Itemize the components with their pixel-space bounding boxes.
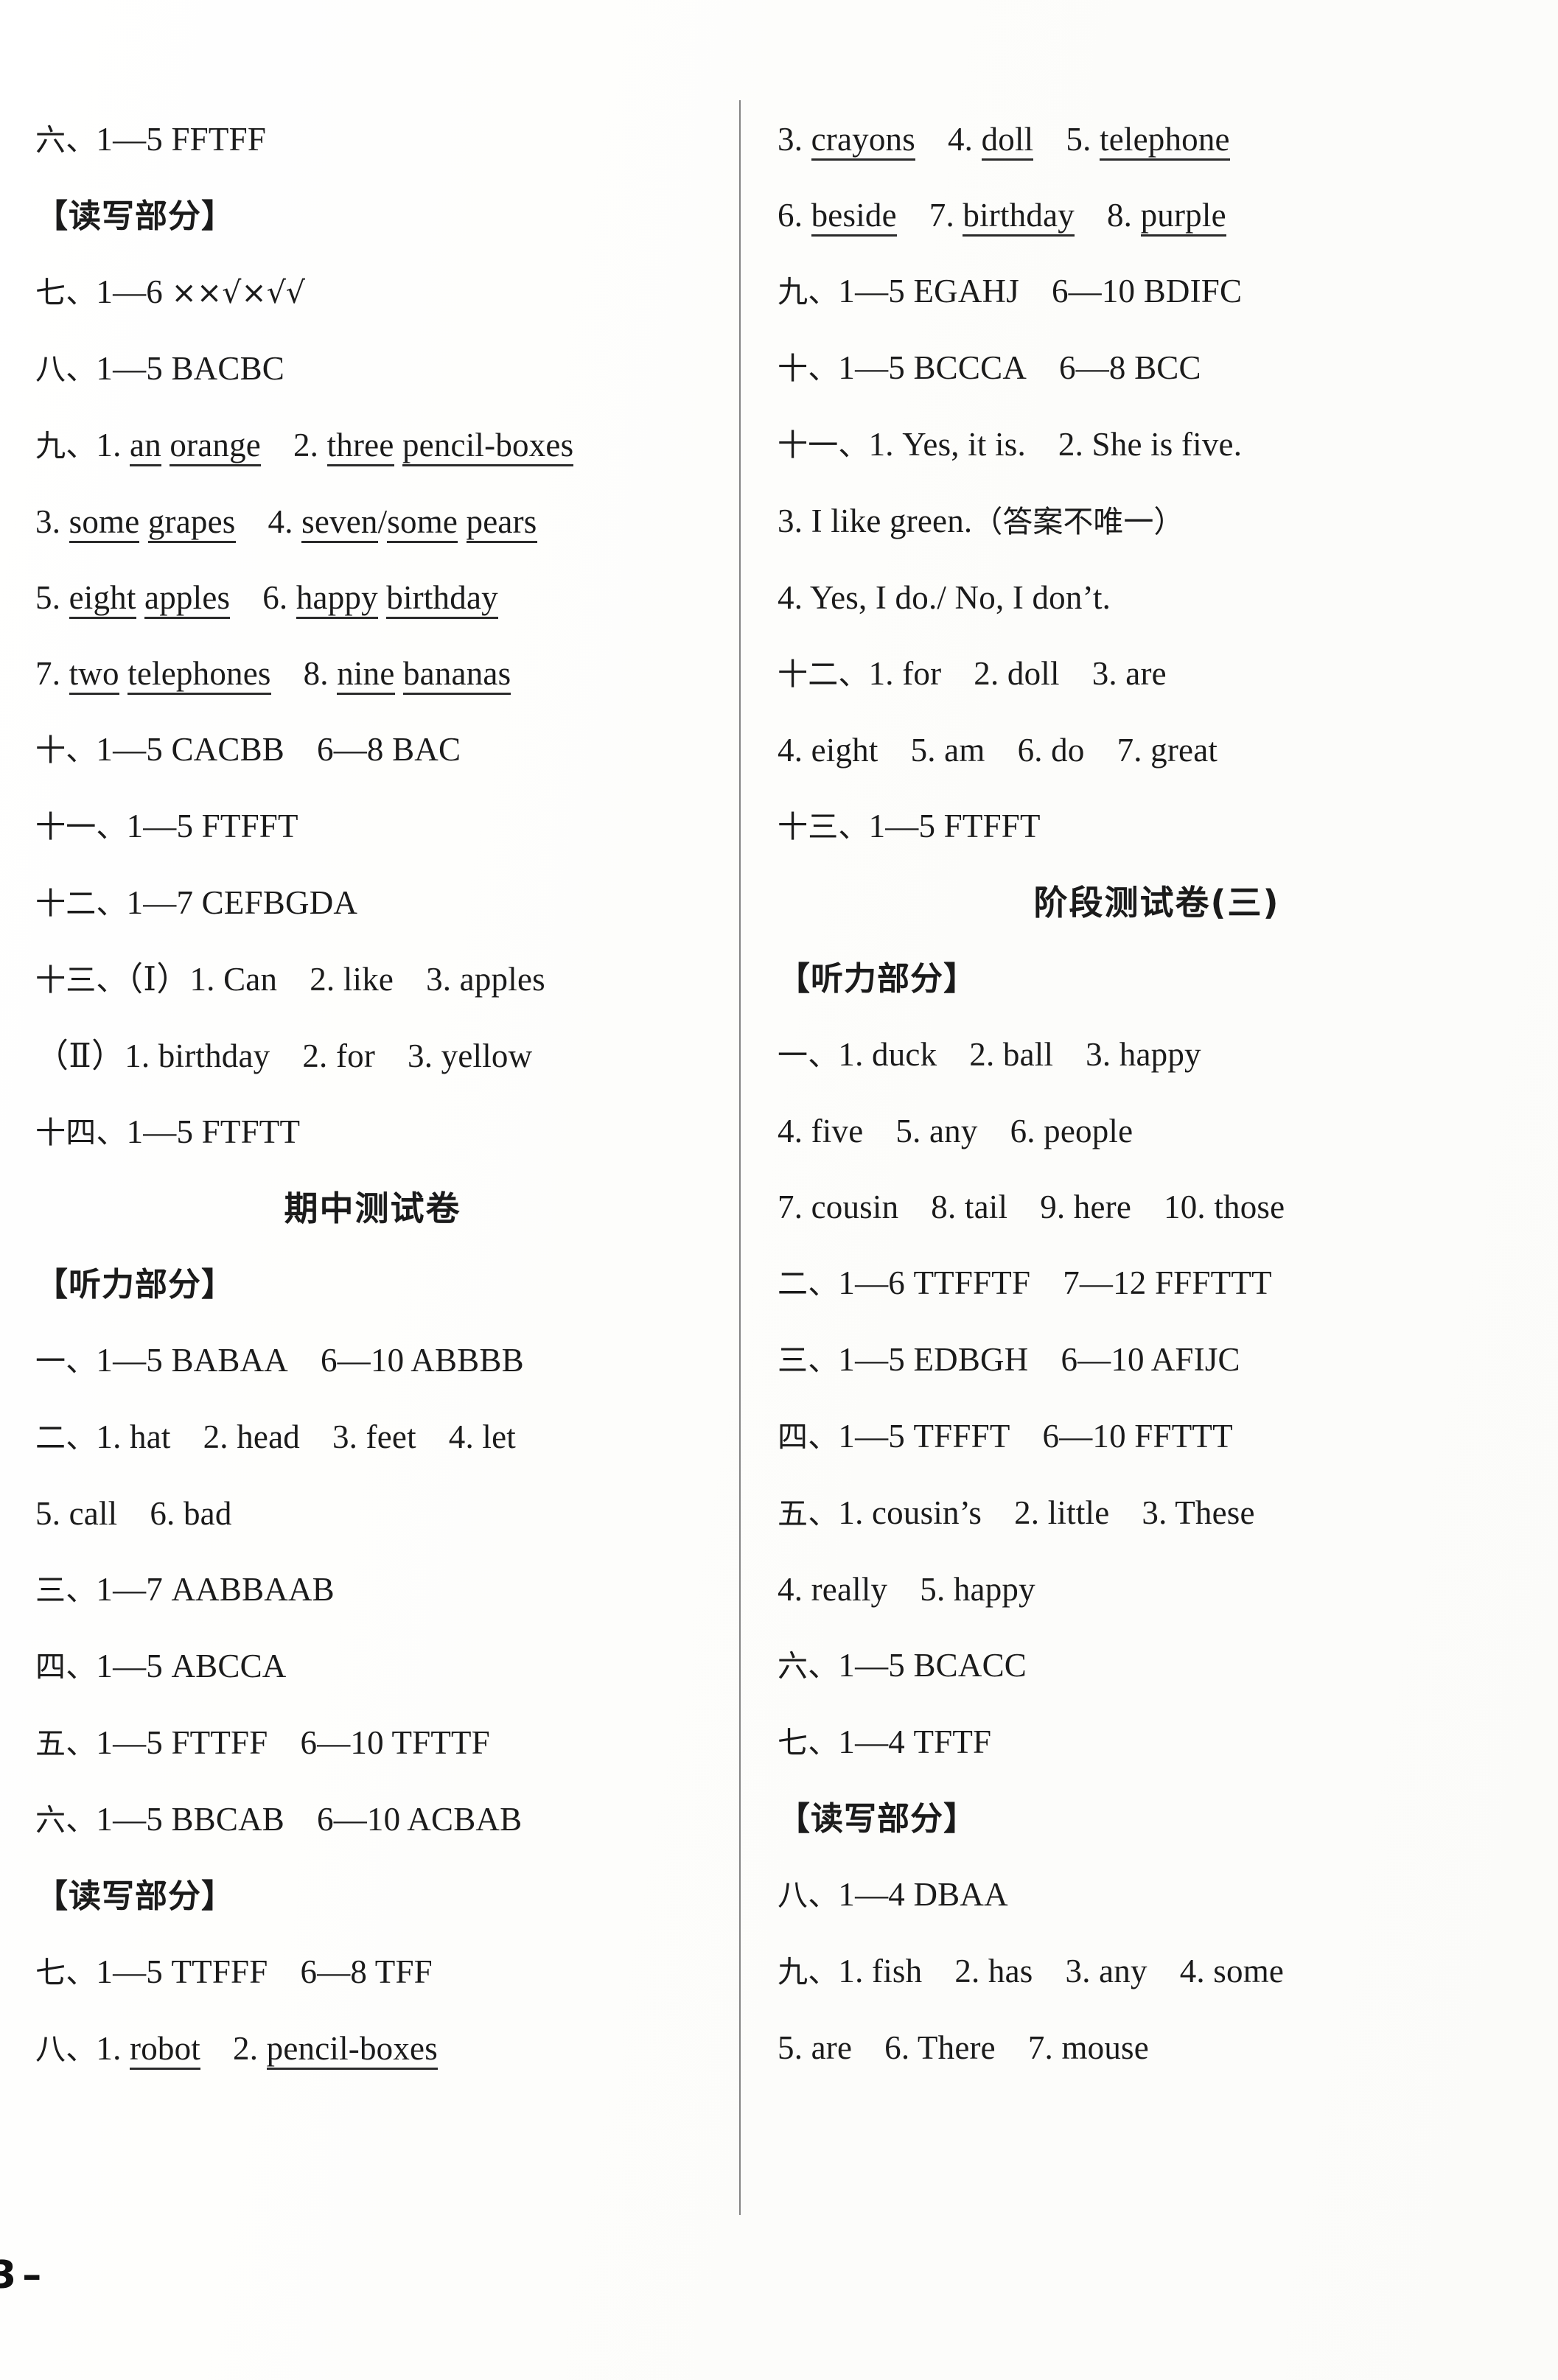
paper-title-midterm: 期中测试卷: [284, 1189, 461, 1228]
answer-line: 六、1—5 FFTFF: [35, 121, 267, 158]
left-column: 六、1—5 FFTFF 【读写部分】 七、1—6 ××√×√√ 八、1—5 BA…: [0, 0, 739, 2284]
answer-line: 4. eight 5. am 6. do 7. great: [778, 732, 1218, 769]
answer-line: 十、1—5 CACBB 6—8 BAC: [35, 731, 461, 768]
answer-line: 十四、1—5 FTFTT: [35, 1113, 301, 1150]
listening-section-label: 【听力部分】: [35, 1266, 234, 1303]
page-number: 3–: [0, 2253, 47, 2297]
two-column-layout: 六、1—5 FFTFF 【读写部分】 七、1—6 ××√×√√ 八、1—5 BA…: [0, 0, 1558, 2284]
answer-line: 十三、（Ⅰ）1. Can 2. like 3. apples: [35, 961, 545, 998]
answer-line: 七、1—6 ××√×√√: [35, 273, 305, 310]
answer-line: 十三、1—5 FTFFT: [778, 808, 1041, 844]
paper-title-stage-three: 阶段测试卷(三): [1033, 883, 1280, 923]
reading-writing-section-label: 【读写部分】: [778, 1800, 977, 1838]
answer-line: 6. beside 7. birthday 8. purple: [778, 178, 1536, 253]
answer-line: 二、1. hat 2. head 3. feet 4. let: [35, 1418, 516, 1455]
page-number-value: 3: [0, 2253, 23, 2297]
answer-line: 5. call 6. bad: [35, 1495, 232, 1532]
answer-line: 九、1—5 EGAHJ 6—10 BDIFC: [778, 273, 1243, 309]
answer-line: 五、1. cousin’s 2. little 3. These: [778, 1494, 1255, 1531]
answer-line: 7. two telephones 8. nine bananas: [35, 636, 710, 712]
listening-section-label: 【听力部分】: [778, 960, 977, 998]
answer-line: 5. eight apples 6. happy birthday: [35, 560, 710, 636]
answer-line: 一、1. duck 2. ball 3. happy: [778, 1036, 1201, 1073]
answer-line: 六、1—5 BCACC: [778, 1647, 1027, 1684]
right-column: 3. crayons 4. doll 5. telephone 6. beside 7…: [739, 0, 1558, 2284]
answer-line: 3. I like green.（答案不唯一）: [778, 503, 1184, 539]
answer-key-page: 六、1—5 FFTFF 【读写部分】 七、1—6 ××√×√√ 八、1—5 BA…: [0, 0, 1558, 2380]
answer-line: 5. are 6. There 7. mouse: [778, 2029, 1149, 2066]
answer-line: 十二、1—7 CEFBGDA: [35, 884, 358, 921]
answer-line: 九、1. fish 2. has 3. any 4. some: [778, 1953, 1285, 1989]
answer-line: 3. some grapes 4. seven/some pears: [35, 484, 710, 560]
answer-line: 3. crayons 4. doll 5. telephone: [778, 102, 1536, 178]
answer-line: 一、1—5 BABAA 6—10 ABBBB: [35, 1342, 524, 1379]
answer-line: 4. Yes, I do./ No, I don’t.: [778, 579, 1111, 616]
answer-line: 七、1—4 TFTF: [778, 1723, 992, 1760]
reading-writing-section-label: 【读写部分】: [35, 1877, 234, 1915]
answer-line: 六、1—5 BBCAB 6—10 ACBAB: [35, 1801, 523, 1838]
answer-line: 四、1—5 ABCCA: [35, 1648, 287, 1684]
answer-line: 八、1. robot 2. pencil-boxes: [35, 2011, 710, 2087]
answer-line: 十二、1. for 2. doll 3. are: [778, 655, 1167, 692]
answer-line: 十一、1. Yes, it is. 2. She is five.: [778, 426, 1243, 463]
reading-writing-section-label: 【读写部分】: [35, 197, 234, 235]
answer-line: 十、1—5 BCCCA 6—8 BCC: [778, 349, 1201, 386]
answer-line: 4. five 5. any 6. people: [778, 1113, 1133, 1149]
page-number-suffix: –: [22, 2253, 48, 2297]
answer-line: 五、1—5 FTTFF 6—10 TFTTF: [35, 1724, 490, 1761]
answer-line: 三、1—7 AABBAAB: [35, 1571, 335, 1608]
answer-line: 八、1—5 BACBC: [35, 350, 285, 387]
answer-line: 4. really 5. happy: [778, 1571, 1035, 1608]
answer-line: 七、1—5 TTFFF 6—8 TFF: [35, 1953, 433, 1990]
answer-line: 八、1—4 DBAA: [778, 1876, 1008, 1913]
answer-line: 九、1. an orange 2. three pencil-boxes: [35, 407, 710, 484]
answer-line: 7. cousin 8. tail 9. here 10. those: [778, 1189, 1285, 1225]
answer-line: 十一、1—5 FTFFT: [35, 808, 298, 844]
answer-line: 二、1—6 TTFFTF 7—12 FFFTTT: [778, 1264, 1272, 1301]
answer-line: 三、1—5 EDBGH 6—10 AFIJC: [778, 1341, 1240, 1378]
answer-line: （Ⅱ）1. birthday 2. for 3. yellow: [35, 1037, 533, 1074]
answer-line: 四、1—5 TFFFT 6—10 FFTTT: [778, 1418, 1233, 1455]
